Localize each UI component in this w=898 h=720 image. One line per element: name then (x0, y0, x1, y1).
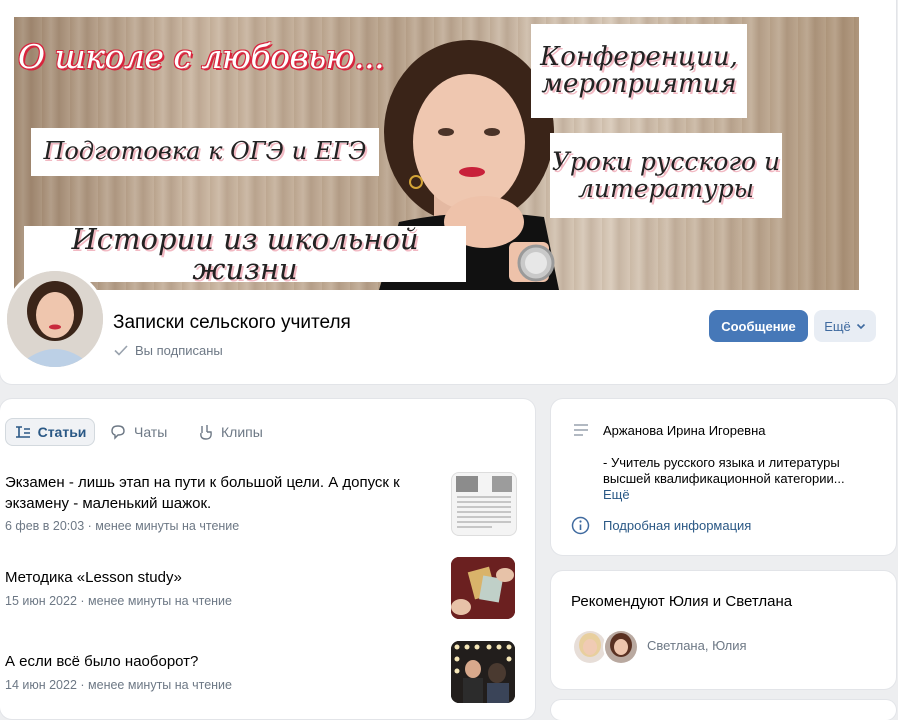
group-name: Записки сельского учителя (113, 312, 351, 333)
clips-icon (200, 425, 212, 440)
tab-articles[interactable]: Статьи (5, 418, 95, 446)
info-description: - Учитель русского языка и литературы вы… (603, 455, 845, 486)
tab-chats-label: Чаты (134, 424, 168, 440)
more-button[interactable]: Ещё (814, 310, 876, 342)
post-title[interactable]: Методика «Lesson study» (5, 567, 182, 588)
details-link[interactable]: Подробная информация (603, 518, 751, 533)
info-more-link[interactable]: Ещё (603, 487, 630, 502)
more-button-label: Ещё (824, 318, 851, 334)
post-thumbnail-image (451, 641, 515, 703)
articles-icon (15, 426, 30, 438)
info-name: Аржанова Ирина Игоревна (603, 423, 766, 438)
cover-label-conferences-text: Конференции, мероприятия (540, 41, 738, 99)
cover-label-lessons-text: Уроки русского и литературы (551, 147, 781, 203)
subscription-status[interactable]: Вы подписаны (113, 342, 223, 358)
post-thumbnail[interactable] (451, 641, 515, 703)
post-thumbnail[interactable] (451, 557, 515, 619)
recommend-card (551, 571, 896, 689)
cover-label-lessons: Уроки русского и литературы (550, 133, 782, 218)
group-avatar[interactable] (4, 268, 106, 370)
tab-articles-label: Статьи (37, 424, 87, 440)
post-thumbnail[interactable] (451, 472, 517, 536)
cover-label-conferences: Конференции, мероприятия (531, 24, 747, 118)
post-title[interactable]: А если всё было наоборот? (5, 651, 198, 672)
friend-avatar[interactable] (603, 629, 639, 665)
friend-avatar-photo (605, 631, 637, 663)
post-thumbnail-image (451, 557, 515, 619)
cover-label-exam-prep: Подготовка к ОГЭ и ЕГЭ (31, 128, 379, 176)
friend-avatar-photo (574, 631, 606, 663)
tab-clips-label: Клипы (221, 424, 263, 440)
post-title[interactable]: Экзамен - лишь этап на пути к большой це… (5, 472, 425, 514)
cover-label-exam-prep-text: Подготовка к ОГЭ и ЕГЭ (43, 137, 367, 166)
post-meta: 6 фев в 20:03 · менее минуты на чтение (5, 519, 240, 533)
tab-chats[interactable]: Чаты (110, 418, 167, 446)
post-thumbnail-image (456, 476, 512, 528)
next-card (551, 700, 896, 720)
chats-icon (111, 425, 125, 440)
recommend-names[interactable]: Светлана, Юлия (647, 638, 747, 653)
cover-label-stories: Истории из школьной жизни (24, 221, 466, 286)
avatar-photo (7, 271, 103, 367)
post-meta: 15 июн 2022 · менее минуты на чтение (5, 594, 232, 608)
message-button[interactable]: Сообщение (709, 310, 808, 342)
check-icon (114, 345, 128, 356)
tab-clips[interactable]: Клипы (197, 418, 263, 446)
info-icon (571, 516, 590, 535)
chevron-down-icon (856, 323, 865, 330)
post-meta: 14 июн 2022 · менее минуты на чтение (5, 678, 232, 692)
description-icon (574, 424, 588, 436)
subscribed-label: Вы подписаны (135, 342, 223, 358)
cover-title: О школе с любовью... (18, 37, 385, 76)
cover-image[interactable]: О школе с любовью... Подготовка к ОГЭ и … (14, 17, 859, 290)
recommend-title: Рекомендуют Юлия и Светлана (571, 593, 793, 610)
cover-label-stories-text: Истории из школьной жизни (71, 221, 419, 286)
